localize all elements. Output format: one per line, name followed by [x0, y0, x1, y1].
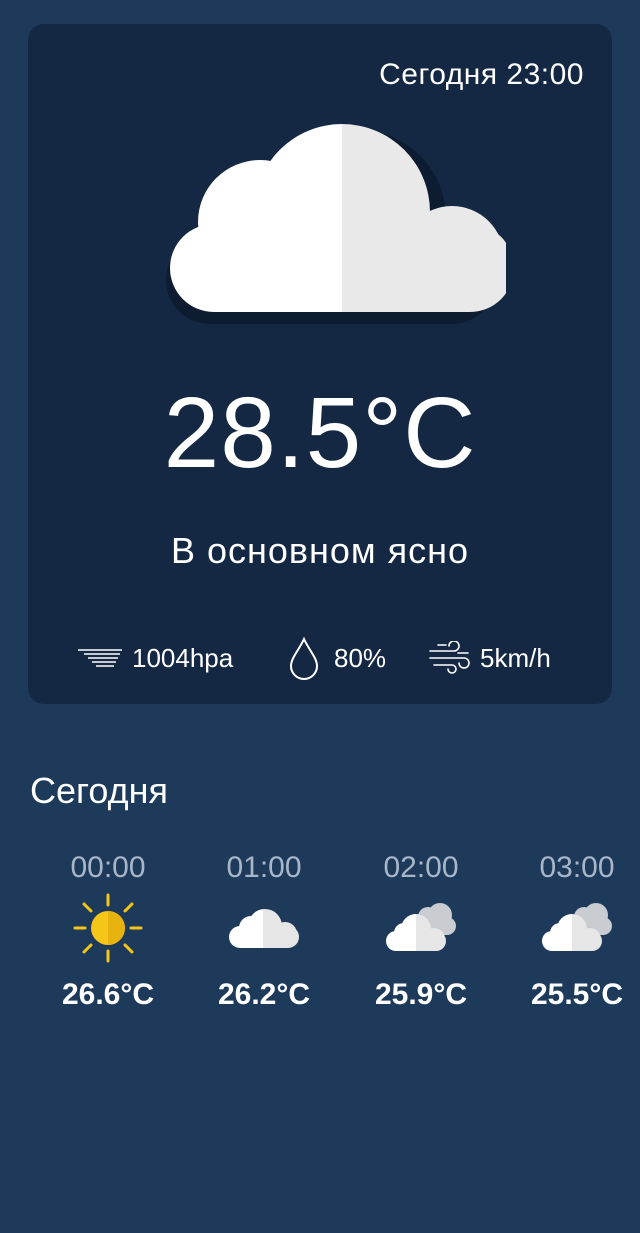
- cloud-icon: [136, 120, 512, 330]
- current-datetime: Сегодня 23:00: [379, 58, 584, 91]
- current-temperature: 28.5°C: [163, 377, 477, 489]
- wind-stat: 5km/h: [428, 636, 551, 680]
- pressure-stat: 1004hpa: [76, 636, 233, 680]
- today-title: Сегодня: [30, 770, 168, 811]
- sun-icon: [73, 893, 143, 968]
- hour-temperature: 26.6°C: [61, 978, 155, 1011]
- hourly-forecast-list[interactable]: 00:00 26.6°C 01:00 26.2°C 02:00 25.9°C 0…: [0, 846, 640, 1046]
- pressure-value: 1004hpa: [132, 642, 234, 673]
- hour-time: 00:00: [70, 851, 146, 884]
- wind-value: 5km/h: [480, 642, 551, 673]
- hour-temperature: 25.5°C: [530, 978, 624, 1011]
- hour-time: 03:00: [539, 851, 615, 884]
- cloudy-icon: [384, 902, 458, 958]
- humidity-stat: 80%: [288, 636, 386, 680]
- hour-item: 02:00 25.9°C: [341, 846, 501, 1020]
- cloud-icon: [227, 906, 301, 955]
- wind-icon: [428, 641, 474, 675]
- current-condition: В основном ясно: [170, 530, 470, 571]
- humidity-value: 80%: [334, 642, 387, 673]
- cloudy-icon: [540, 902, 614, 958]
- hour-temperature: 26.2°C: [217, 978, 311, 1011]
- hour-item: 00:00 26.6°C: [28, 846, 188, 1020]
- hour-item: 01:00 26.2°C: [184, 846, 344, 1020]
- hour-time: 02:00: [383, 851, 459, 884]
- pressure-icon: [76, 646, 124, 670]
- hour-temperature: 25.9°C: [374, 978, 468, 1011]
- hour-item: 03:00 25.5°C: [497, 846, 640, 1020]
- current-weather-card: Сегодня 23:00 28.5°C В основном ясно 100…: [28, 24, 612, 704]
- hour-time: 01:00: [226, 851, 302, 884]
- weather-stats: 1004hpa 80% 5km/h: [28, 636, 612, 680]
- droplet-icon: [288, 636, 320, 680]
